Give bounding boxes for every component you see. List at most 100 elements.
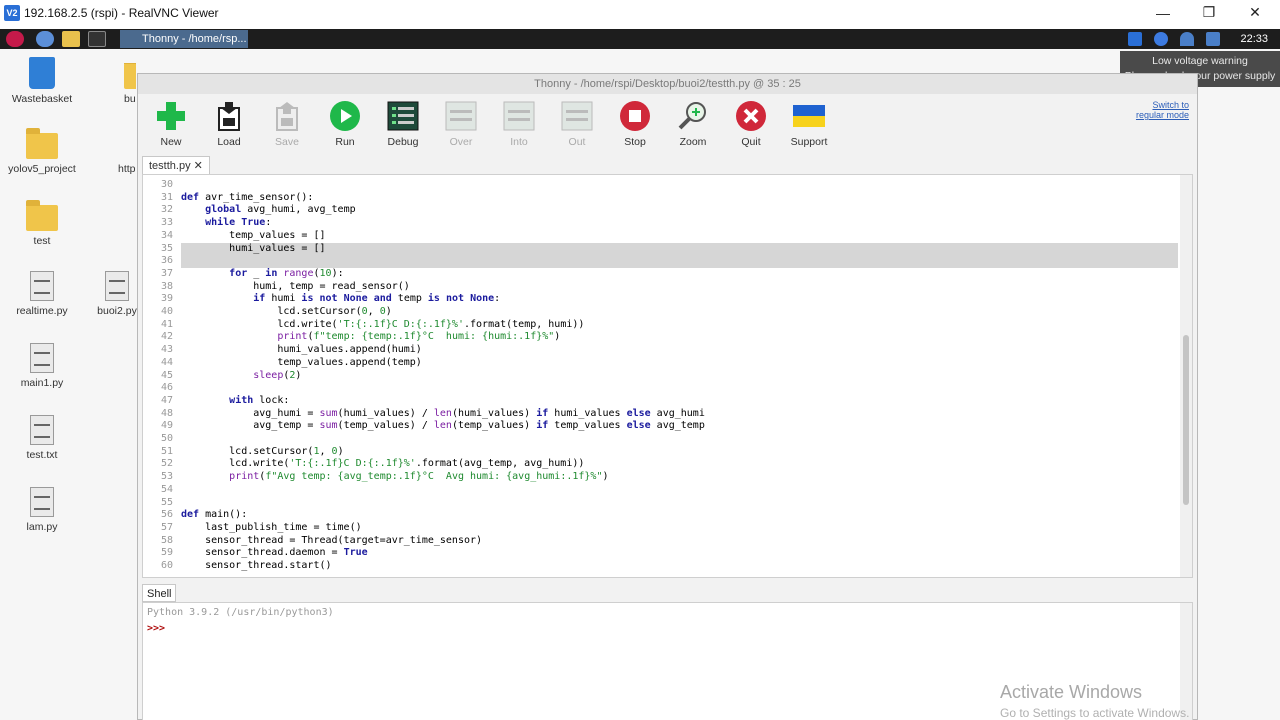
line-number: 44: [160, 356, 173, 368]
taskbar-thonny-task[interactable]: Thonny - /home/rsp...: [120, 30, 248, 48]
minimize-button[interactable]: —: [1140, 0, 1186, 25]
editor-scrollbar[interactable]: [1180, 175, 1192, 577]
tab-shell[interactable]: Shell: [142, 584, 177, 602]
thonny-window: Thonny - /home/rspi/Desktop/buoi2/testth…: [137, 73, 1198, 720]
line-number: 32: [160, 204, 173, 216]
terminal-icon[interactable]: [88, 31, 106, 47]
code-line[interactable]: temp_values.append(temp): [181, 357, 422, 368]
save-button[interactable]: Save: [258, 100, 316, 148]
desktop-item-test[interactable]: test: [0, 200, 84, 247]
quit-button[interactable]: Quit: [722, 100, 780, 148]
thonny-title: Thonny - /home/rspi/Desktop/buoi2/testth…: [138, 74, 1197, 94]
code-line[interactable]: sensor_thread = Thread(target=avr_time_s…: [181, 535, 482, 546]
code-line[interactable]: lcd.setCursor(0, 0): [181, 306, 391, 317]
line-number: 54: [160, 483, 173, 495]
step-into-icon: [503, 100, 535, 132]
line-number: 49: [160, 420, 173, 432]
step-over-button[interactable]: Over: [432, 100, 490, 148]
code-line[interactable]: lcd.write('T:{:.1f}C D:{:.1f}%'.format(t…: [181, 319, 584, 330]
line-number: 53: [160, 471, 173, 483]
line-number: 50: [160, 433, 173, 444]
code-line[interactable]: sensor_thread.daemon = True: [181, 547, 368, 558]
trash-icon: [29, 57, 55, 89]
code-line[interactable]: for _ in range(10):: [181, 268, 343, 279]
line-number: 39: [160, 293, 173, 305]
line-number: 42: [160, 331, 173, 343]
run-icon: [329, 100, 361, 132]
shell-scrollbar[interactable]: [1180, 603, 1192, 720]
zoom-button[interactable]: Zoom: [664, 100, 722, 148]
line-number: 57: [160, 521, 173, 533]
code-line[interactable]: sensor_thread.start(): [181, 560, 331, 571]
raspberry-menu-icon[interactable]: [6, 31, 24, 47]
debug-button[interactable]: Debug: [374, 100, 432, 148]
step-out-button[interactable]: Out: [548, 100, 606, 148]
line-number: 60: [160, 560, 173, 571]
desktop-item-bu[interactable]: bu: [100, 63, 136, 105]
code-line[interactable]: lcd.write('T:{:.1f}C D:{:.1f}%'.format(a…: [181, 458, 584, 469]
bluetooth-icon[interactable]: [1154, 32, 1168, 46]
file-manager-icon[interactable]: [62, 31, 80, 47]
desktop-item-yolov5[interactable]: yolov5_project: [0, 128, 84, 175]
save-icon: [271, 100, 303, 132]
vnc-titlebar: V2 192.168.2.5 (rspi) - RealVNC Viewer —…: [0, 0, 1280, 25]
line-number: 31: [160, 191, 173, 203]
stop-button[interactable]: Stop: [606, 100, 664, 148]
code-editor[interactable]: 30 31 32 33 34 35 36 37 38 39 40 41 42 43 44 45 46 47 48 49…: [142, 174, 1193, 578]
maximize-button[interactable]: ❐: [1186, 0, 1232, 25]
clock: 22:33: [1240, 33, 1268, 45]
realvnc-logo-icon: V2: [4, 4, 20, 21]
close-button[interactable]: ✕: [1232, 0, 1278, 25]
file-icon: [30, 415, 54, 445]
shell-prompt[interactable]: >>>: [147, 623, 165, 634]
code-line[interactable]: avg_humi = sum(humi_values) / len(humi_v…: [181, 408, 705, 419]
desktop-item-buoi2[interactable]: buoi2.py: [96, 271, 138, 317]
code-line[interactable]: with lock:: [181, 395, 289, 406]
support-button[interactable]: Support: [780, 100, 838, 148]
line-number: 55: [160, 496, 173, 508]
new-button[interactable]: New: [142, 100, 200, 148]
code-line[interactable]: def main():: [181, 509, 247, 520]
load-button[interactable]: Load: [200, 100, 258, 148]
shell-python-version: Python 3.9.2 (/usr/bin/python3): [147, 607, 334, 618]
line-number: 40: [160, 306, 173, 317]
code-line[interactable]: sleep(2): [181, 370, 301, 381]
volume-icon[interactable]: [1206, 32, 1220, 46]
desktop-item-main1[interactable]: main1.py: [0, 343, 84, 389]
line-number: 52: [160, 458, 173, 470]
run-button[interactable]: Run: [316, 100, 374, 148]
code-line[interactable]: humi, temp = read_sensor(): [181, 281, 410, 292]
code-line[interactable]: humi_values = []: [181, 243, 325, 254]
vnc-tray-icon[interactable]: [1128, 32, 1142, 46]
line-number: 34: [160, 229, 173, 241]
code-line[interactable]: lcd.setCursor(1, 0): [181, 446, 343, 457]
vnc-window-title: 192.168.2.5 (rspi) - RealVNC Viewer: [24, 5, 219, 20]
step-into-button[interactable]: Into: [490, 100, 548, 148]
activate-windows-watermark: Activate Windows: [1000, 682, 1143, 702]
desktop-item-test-txt[interactable]: test.txt: [0, 415, 84, 461]
desktop-item-http[interactable]: http: [118, 163, 138, 175]
line-number: 38: [160, 280, 173, 292]
code-line[interactable]: if humi is not None and temp is not None…: [181, 293, 500, 304]
editor-scrollbar-thumb[interactable]: [1183, 335, 1189, 505]
code-line[interactable]: print(f"temp: {temp:.1f}°C humi: {humi:.…: [181, 331, 560, 342]
switch-to-regular-mode-link[interactable]: Switch to regular mode: [1129, 100, 1189, 120]
ukraine-flag-icon: [793, 100, 825, 132]
code-line[interactable]: temp_values = []: [181, 230, 325, 241]
editor-tabs: testth.py ✕: [142, 156, 210, 174]
desktop-item-lam[interactable]: lam.py: [0, 487, 84, 533]
file-icon: [30, 487, 54, 517]
code-line[interactable]: global avg_humi, avg_temp: [181, 204, 356, 215]
code-line[interactable]: avg_temp = sum(temp_values) / len(temp_v…: [181, 420, 705, 431]
wifi-icon[interactable]: [1180, 32, 1194, 46]
code-area[interactable]: def avr_time_sensor(): global avg_humi, …: [181, 175, 1178, 577]
code-line[interactable]: last_publish_time = time(): [181, 522, 362, 533]
code-line[interactable]: humi_values.append(humi): [181, 344, 422, 355]
code-line[interactable]: while True:: [181, 217, 271, 228]
tab-testth[interactable]: testth.py ✕: [142, 156, 210, 174]
browser-icon[interactable]: [36, 31, 54, 47]
code-line[interactable]: print(f"Avg temp: {avg_temp:.1f}°C Avg h…: [181, 471, 608, 482]
desktop-item-realtime[interactable]: realtime.py: [0, 271, 84, 317]
code-line[interactable]: def avr_time_sensor():: [181, 192, 313, 203]
desktop-item-wastebasket[interactable]: Wastebasket: [0, 57, 84, 105]
